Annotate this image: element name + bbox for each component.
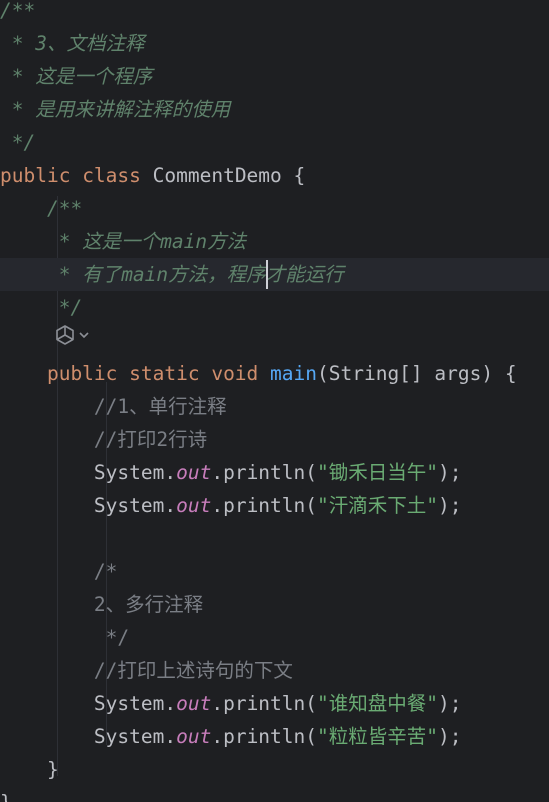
code-token: 方法，程序 [168, 263, 266, 286]
code-line[interactable]: } [0, 786, 549, 802]
code-line[interactable]: */ [0, 126, 549, 159]
chevron-down-icon[interactable] [78, 329, 90, 341]
code-token: (String[] args) { [317, 362, 517, 385]
code-token: System. [0, 692, 177, 715]
code-line[interactable]: System.out.println("汗滴禾下土"); [0, 489, 549, 522]
code-line[interactable]: public class CommentDemo { [0, 159, 549, 192]
code-token: .println( [211, 725, 318, 748]
code-token: /** [0, 197, 83, 220]
code-line[interactable]: */ [0, 621, 549, 654]
code-token: ); [438, 725, 462, 748]
code-token: * 有了 [0, 263, 122, 286]
code-token: out [176, 692, 212, 715]
code-token: static [129, 362, 212, 385]
code-line[interactable]: * 这是一个程序 [0, 60, 549, 93]
code-token: "锄禾日当午" [317, 461, 438, 484]
code-token: main [121, 263, 169, 286]
code-line[interactable]: * 这是一个main方法 [0, 225, 549, 258]
code-line[interactable] [0, 522, 549, 555]
code-token: "粒粒皆辛苦" [317, 725, 438, 748]
code-line[interactable]: public static void main(String[] args) { [0, 357, 549, 390]
code-token: //打印上述诗句的下文 [0, 659, 293, 682]
code-token: CommentDemo { [152, 164, 306, 187]
code-token: main [270, 362, 317, 385]
code-token: ); [438, 461, 462, 484]
code-line[interactable]: } [0, 753, 549, 786]
code-token: "谁知盘中餐" [317, 692, 438, 715]
ai-generate-icon[interactable] [54, 324, 76, 346]
code-line[interactable]: System.out.println("谁知盘中餐"); [0, 687, 549, 720]
code-token: } [0, 758, 59, 781]
code-token: */ [0, 296, 83, 319]
code-token: out [176, 725, 212, 748]
code-token: */ [0, 626, 130, 649]
code-token: * 是用来讲解注释的使用 [0, 98, 231, 121]
code-line[interactable]: * 是用来讲解注释的使用 [0, 93, 549, 126]
code-line[interactable]: 2、多行注释 [0, 588, 549, 621]
code-token: "汗滴禾下土" [317, 494, 438, 517]
inline-action[interactable] [54, 323, 90, 347]
code-line[interactable]: //1、单行注释 [0, 390, 549, 423]
code-line[interactable]: //打印上述诗句的下文 [0, 654, 549, 687]
code-token: */ [0, 131, 36, 154]
code-token: public [0, 362, 130, 385]
code-token: out [176, 494, 212, 517]
code-line[interactable]: System.out.println("粒粒皆辛苦"); [0, 720, 549, 753]
code-token: .println( [211, 461, 318, 484]
code-token: 2、多行注释 [0, 593, 204, 616]
text-caret [265, 260, 268, 289]
code-token: * 这是一个 [0, 230, 161, 253]
code-line[interactable]: /** [0, 0, 549, 27]
code-token: out [176, 461, 212, 484]
code-line[interactable]: /** [0, 192, 549, 225]
code-token: public [0, 164, 83, 187]
code-token: } [0, 791, 12, 802]
code-token: * 这是一个程序 [0, 65, 153, 88]
code-token: void [211, 362, 271, 385]
code-token: * 3、文档注释 [0, 32, 145, 55]
code-token: //1、单行注释 [0, 395, 227, 418]
code-token: .println( [211, 494, 318, 517]
code-token: main [160, 230, 208, 253]
code-line[interactable]: * 3、文档注释 [0, 27, 549, 60]
code-token: .println( [211, 692, 318, 715]
code-line[interactable]: //打印2行诗 [0, 423, 549, 456]
code-token: 方法 [207, 230, 247, 253]
code-token: /* [0, 560, 118, 583]
current-code-line[interactable]: * 有了main方法，程序 才能运行 [0, 258, 549, 291]
code-token: ); [438, 494, 462, 517]
code-token: //打印2行诗 [0, 428, 208, 451]
code-line[interactable]: /* [0, 555, 549, 588]
code-editor[interactable]: /** * 3、文档注释 * 这是一个程序 * 是用来讲解注释的使用 */ pub… [0, 0, 549, 802]
code-token: /** [0, 0, 36, 22]
code-line[interactable]: */ [0, 291, 549, 324]
code-token: System. [0, 494, 177, 517]
code-token: ); [438, 692, 462, 715]
code-token: System. [0, 461, 177, 484]
code-token: System. [0, 725, 177, 748]
code-token: 才能运行 [265, 263, 344, 286]
code-line[interactable]: System.out.println("锄禾日当午"); [0, 456, 549, 489]
code-token: class [82, 164, 153, 187]
